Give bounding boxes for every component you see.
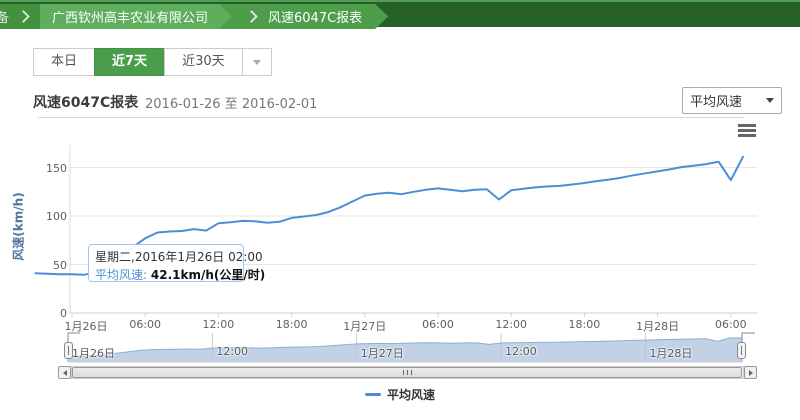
company-label: 广西钦州高丰农业有限公司	[48, 7, 212, 26]
scrollbar-grip-icon	[403, 370, 412, 375]
x-axis-tick-label: 18:00	[276, 318, 308, 331]
truncated-label: 备	[0, 7, 9, 26]
tooltip-datetime: 星期二,2016年1月26日 02:00	[95, 248, 237, 265]
y-axis-tick-label: 50	[37, 259, 67, 272]
legend-label: 平均风速	[387, 386, 435, 403]
x-axis-tick-label: 12:00	[203, 318, 235, 331]
chart-tooltip: 星期二,2016年1月26日 02:00 平均风速: 42.1km/h(公里/时…	[88, 244, 244, 282]
arrow-left-icon	[63, 370, 67, 376]
navigator-tick-label: 12:00	[505, 345, 537, 358]
wind-speed-report-page: 备 广西钦州高丰农业有限公司 风速6047C报表 本日 近7天 近30天 风速6…	[0, 0, 800, 420]
chevron-right-icon	[245, 10, 258, 23]
x-axis-tick-label: 06:00	[129, 318, 161, 331]
breadcrumb-item-company[interactable]: 广西钦州高丰农业有限公司	[40, 4, 232, 29]
x-axis-tick-label: 1月27日	[343, 318, 386, 334]
breadcrumb: 备 广西钦州高丰农业有限公司 风速6047C报表	[0, 4, 388, 29]
tooltip-series-row: 平均风速: 42.1km/h(公里/时)	[95, 266, 237, 283]
scrollbar-thumb[interactable]	[72, 367, 742, 378]
report-label: 风速6047C报表	[264, 7, 366, 26]
x-axis-tick-label: 06:00	[715, 318, 747, 331]
legend-line-icon	[365, 393, 381, 396]
x-axis-tick-label: 18:00	[569, 318, 601, 331]
navigator-tick-label: 12:00	[216, 345, 248, 358]
navigator-tick-label: 1月26日	[72, 345, 115, 361]
arrow-right-icon	[749, 370, 753, 376]
navigator-right-handle[interactable]	[737, 342, 746, 359]
y-axis-tick-label: 150	[37, 162, 67, 175]
chevron-right-icon	[17, 10, 30, 23]
scrollbar-right-button[interactable]	[744, 366, 757, 379]
y-axis-tick-label: 100	[37, 210, 67, 223]
tooltip-series-label: 平均风速	[95, 268, 143, 282]
x-axis-tick-label: 1月26日	[65, 318, 108, 334]
x-axis-tick-label: 06:00	[422, 318, 454, 331]
legend-item-avg-wind[interactable]: 平均风速	[0, 386, 800, 403]
tooltip-value: 42.1km/h(公里/时)	[151, 268, 265, 282]
breadcrumb-item-truncated[interactable]: 备	[0, 4, 40, 29]
navigator-tick-label: 1月28日	[649, 345, 692, 361]
navigator-tick-label: 1月27日	[361, 345, 404, 361]
navigator-left-handle[interactable]	[64, 342, 73, 359]
breadcrumb-item-report[interactable]: 风速6047C报表	[219, 4, 388, 29]
x-axis-tick-label: 12:00	[495, 318, 527, 331]
y-axis-tick-label: 0	[37, 307, 67, 320]
scrollbar-left-button[interactable]	[58, 366, 71, 379]
x-axis-tick-label: 1月28日	[636, 318, 679, 334]
